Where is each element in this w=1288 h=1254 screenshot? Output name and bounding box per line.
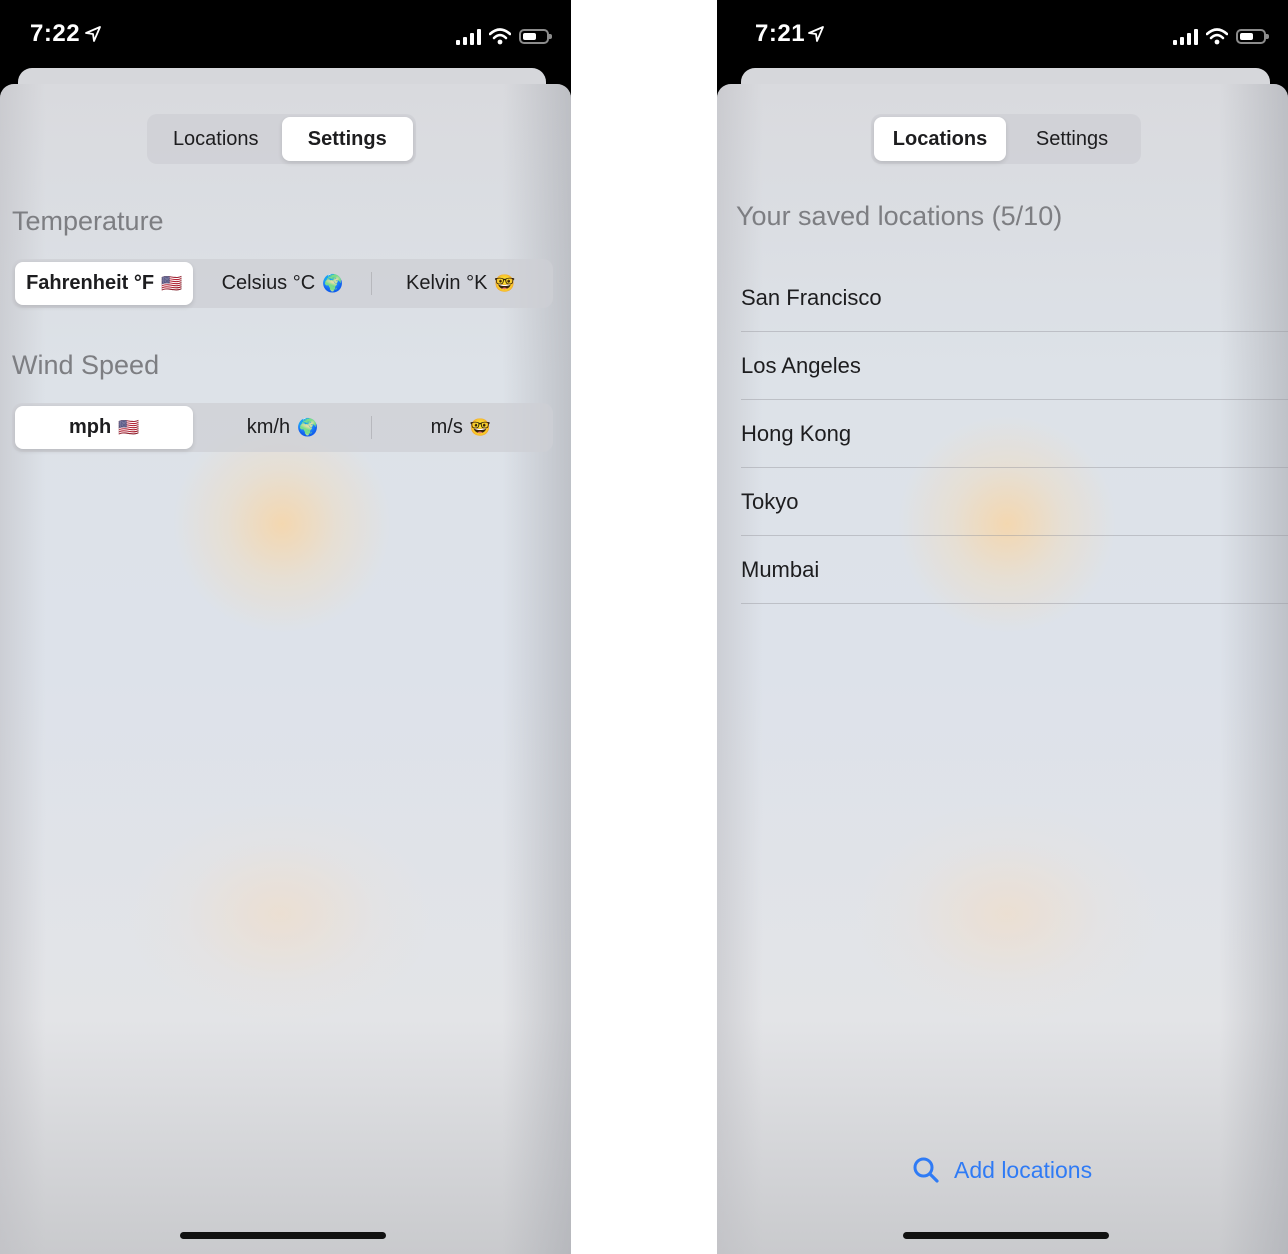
temperature-unit-selector: Fahrenheit °F 🇺🇸 Celsius °C 🌍 Kelvin °K 🤓 bbox=[12, 259, 553, 308]
us-flag-icon: 🇺🇸 bbox=[118, 417, 140, 438]
status-icons bbox=[456, 25, 552, 47]
globe-icon: 🌍 bbox=[322, 273, 344, 294]
status-bar: 7:21 bbox=[717, 0, 1288, 70]
nerd-face-icon: 🤓 bbox=[494, 273, 516, 294]
phone-locations-screen: 7:21 Locations Settings Your saved locat… bbox=[717, 0, 1288, 1254]
tab-locations[interactable]: Locations bbox=[874, 117, 1006, 161]
location-arrow-icon bbox=[85, 26, 101, 42]
option-kelvin[interactable]: Kelvin °K 🤓 bbox=[370, 262, 550, 305]
us-flag-icon: 🇺🇸 bbox=[161, 273, 183, 294]
list-item[interactable]: Mumbai bbox=[741, 536, 1288, 604]
tab-settings[interactable]: Settings bbox=[281, 117, 413, 161]
wifi-icon bbox=[489, 27, 511, 44]
nerd-face-icon: 🤓 bbox=[469, 417, 492, 438]
list-item[interactable]: Tokyo bbox=[741, 468, 1288, 536]
home-indicator[interactable] bbox=[180, 1232, 386, 1239]
phone-settings-screen: 7:22 Locations Settings Temperature Fahr… bbox=[0, 0, 571, 1254]
battery-icon bbox=[1236, 28, 1269, 44]
home-indicator[interactable] bbox=[903, 1232, 1109, 1239]
cellular-signal-icon bbox=[1173, 28, 1198, 45]
saved-locations-heading: Your saved locations (5/10) bbox=[736, 201, 1063, 231]
battery-icon bbox=[519, 28, 552, 44]
tab-switcher: Locations Settings bbox=[871, 114, 1141, 164]
globe-icon: 🌍 bbox=[297, 417, 319, 438]
status-bar: 7:22 bbox=[0, 0, 571, 70]
option-celsius[interactable]: Celsius °C 🌍 bbox=[193, 262, 371, 305]
tab-settings[interactable]: Settings bbox=[1006, 117, 1138, 161]
wind-speed-heading: Wind Speed bbox=[12, 350, 160, 380]
locations-sheet: Locations Settings Your saved locations … bbox=[717, 84, 1288, 1254]
saved-locations-list: San Francisco Los Angeles Hong Kong Toky… bbox=[741, 264, 1288, 604]
status-time: 7:21 bbox=[755, 20, 806, 47]
option-mph[interactable]: mph 🇺🇸 bbox=[15, 406, 194, 449]
wind-unit-selector: mph 🇺🇸 km/h 🌍 m/s 🤓 bbox=[12, 403, 553, 452]
wifi-icon bbox=[1206, 27, 1228, 44]
status-icons bbox=[1173, 25, 1269, 47]
option-ms[interactable]: m/s 🤓 bbox=[370, 406, 550, 449]
option-kmh[interactable]: km/h 🌍 bbox=[193, 406, 371, 449]
add-locations-button[interactable]: Add locations bbox=[912, 1150, 1092, 1190]
search-icon bbox=[913, 1157, 939, 1183]
tab-switcher: Locations Settings bbox=[147, 114, 416, 164]
list-item[interactable]: Hong Kong bbox=[741, 400, 1288, 468]
option-fahrenheit[interactable]: Fahrenheit °F 🇺🇸 bbox=[15, 262, 194, 305]
tab-locations[interactable]: Locations bbox=[150, 117, 282, 161]
settings-sheet: Locations Settings Temperature Fahrenhei… bbox=[0, 84, 571, 1254]
list-item[interactable]: San Francisco bbox=[741, 264, 1288, 332]
status-time: 7:22 bbox=[30, 20, 81, 47]
temperature-heading: Temperature bbox=[12, 206, 164, 236]
sun-glow-decoration bbox=[857, 804, 1157, 1024]
sun-glow-decoration bbox=[130, 804, 430, 1024]
list-item[interactable]: Los Angeles bbox=[741, 332, 1288, 400]
cellular-signal-icon bbox=[456, 28, 481, 45]
add-locations-label: Add locations bbox=[954, 1156, 1093, 1183]
location-arrow-icon bbox=[808, 26, 824, 42]
